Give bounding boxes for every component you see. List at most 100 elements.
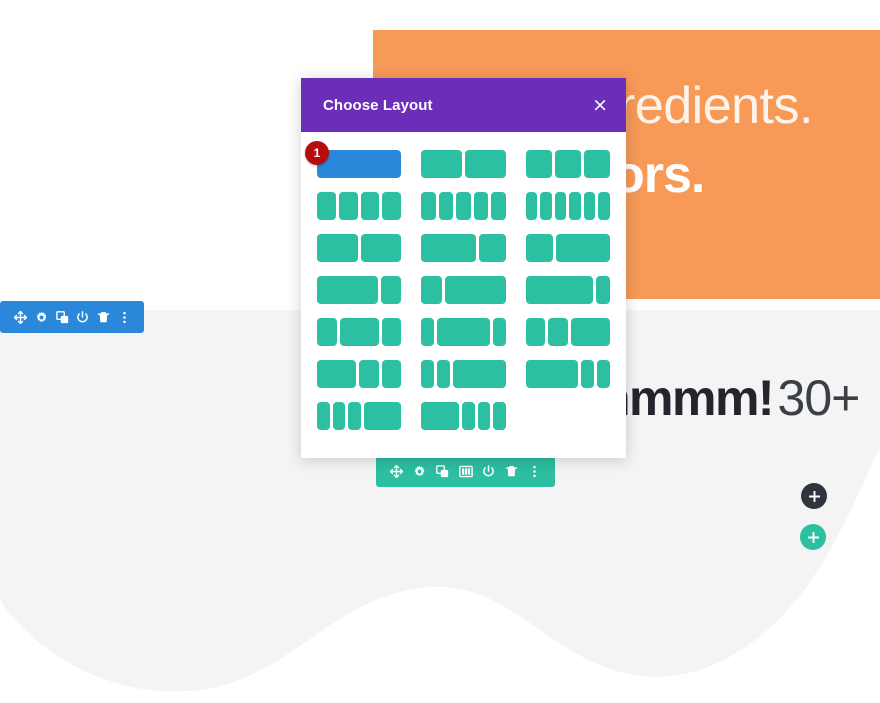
layout-column bbox=[421, 402, 459, 430]
layout-option-two-column-one-third[interactable] bbox=[525, 234, 610, 262]
modal-title: Choose Layout bbox=[323, 96, 433, 114]
layout-column bbox=[462, 402, 475, 430]
layout-column bbox=[554, 150, 581, 178]
layout-column bbox=[332, 402, 346, 430]
gear-icon[interactable] bbox=[408, 455, 431, 487]
layout-option-three-column-small-small-wide[interactable] bbox=[525, 318, 611, 346]
layout-column bbox=[554, 192, 567, 220]
layout-column bbox=[363, 402, 402, 430]
layout-column bbox=[359, 360, 379, 388]
add-row-button[interactable] bbox=[800, 524, 826, 550]
layout-option-two-column-two-thirds[interactable] bbox=[421, 234, 506, 262]
layout-column bbox=[317, 234, 358, 262]
layout-column bbox=[437, 318, 490, 346]
layout-column bbox=[444, 276, 506, 304]
section-headline: hmmm! 30+ bbox=[600, 369, 861, 427]
layout-column bbox=[493, 402, 506, 430]
layout-option-four-column[interactable] bbox=[317, 192, 402, 220]
layout-option-two-column-quarter-wide[interactable] bbox=[421, 276, 506, 304]
duplicate-icon[interactable] bbox=[52, 301, 73, 333]
layout-column bbox=[525, 276, 594, 304]
gear-icon[interactable] bbox=[31, 301, 52, 333]
layout-column bbox=[473, 192, 489, 220]
layout-option-three-column-wide-small-small[interactable] bbox=[317, 360, 402, 388]
more-options-icon[interactable] bbox=[114, 301, 135, 333]
layout-column bbox=[317, 150, 402, 178]
layout-column bbox=[525, 192, 538, 220]
modal-body: 1 bbox=[301, 132, 626, 458]
layout-column bbox=[421, 276, 442, 304]
layout-column bbox=[317, 192, 336, 220]
layout-option-six-column[interactable] bbox=[525, 192, 611, 220]
layout-column bbox=[360, 192, 380, 220]
layout-column bbox=[596, 360, 611, 388]
layout-option-two-column-wide-narrow[interactable] bbox=[525, 276, 610, 304]
layout-column bbox=[525, 318, 546, 346]
section-toolbar[interactable] bbox=[0, 301, 144, 333]
layout-column bbox=[477, 402, 491, 430]
layout-column bbox=[421, 234, 476, 262]
layout-option-two-column-three-quarter[interactable] bbox=[317, 276, 402, 304]
layout-option-five-column[interactable] bbox=[421, 192, 506, 220]
banner-line-1: redients. bbox=[618, 77, 813, 135]
layout-column bbox=[437, 360, 451, 388]
layout-column bbox=[421, 150, 462, 178]
close-icon[interactable]: × bbox=[592, 95, 608, 115]
trash-icon[interactable] bbox=[500, 455, 523, 487]
layout-column bbox=[381, 318, 402, 346]
layout-column bbox=[421, 192, 436, 220]
layout-column bbox=[465, 150, 506, 178]
layout-column bbox=[348, 402, 361, 430]
columns-icon[interactable] bbox=[454, 455, 477, 487]
layout-column bbox=[381, 360, 402, 388]
duplicate-icon[interactable] bbox=[431, 455, 454, 487]
layout-column bbox=[382, 192, 402, 220]
layout-column bbox=[580, 360, 594, 388]
row-toolbar[interactable] bbox=[376, 444, 555, 487]
layout-column bbox=[453, 360, 506, 388]
layout-options-grid: 1 bbox=[305, 141, 611, 430]
layout-column bbox=[317, 276, 378, 304]
layout-option-three-column-small-wide-small[interactable] bbox=[421, 318, 506, 346]
layout-column bbox=[421, 360, 435, 388]
layout-column bbox=[540, 192, 552, 220]
layout-column bbox=[583, 192, 596, 220]
layout-option-four-column-wide-narrow-narrow-narrow[interactable] bbox=[421, 402, 506, 430]
move-icon[interactable] bbox=[385, 455, 408, 487]
layout-column bbox=[491, 192, 506, 220]
layout-option-two-column-half[interactable] bbox=[421, 150, 506, 178]
layout-option-three-column-narrow-wide-narrow[interactable] bbox=[317, 318, 402, 346]
layout-column bbox=[596, 276, 610, 304]
layout-option-four-column-narrow-narrow-narrow-wide[interactable] bbox=[317, 402, 402, 430]
more-options-icon[interactable] bbox=[523, 455, 546, 487]
layout-column bbox=[569, 192, 581, 220]
layout-column bbox=[548, 318, 568, 346]
layout-column bbox=[438, 192, 454, 220]
power-icon[interactable] bbox=[72, 301, 93, 333]
layout-option-three-column-wide-small-small-b[interactable] bbox=[525, 360, 611, 388]
choose-layout-modal: Choose Layout × 1 bbox=[301, 78, 626, 458]
headline-light: 30+ bbox=[777, 370, 861, 426]
layout-option-two-column-half-b[interactable] bbox=[317, 234, 402, 262]
layout-column bbox=[478, 234, 506, 262]
selection-badge: 1 bbox=[305, 141, 329, 165]
layout-column bbox=[421, 318, 435, 346]
layout-column bbox=[339, 318, 379, 346]
layout-option-one-column[interactable]: 1 bbox=[305, 141, 402, 178]
layout-column bbox=[525, 150, 552, 178]
layout-column bbox=[317, 360, 357, 388]
layout-column bbox=[525, 234, 553, 262]
power-icon[interactable] bbox=[477, 455, 500, 487]
layout-option-three-column-small-small-wide-b[interactable] bbox=[421, 360, 506, 388]
add-section-button[interactable] bbox=[801, 483, 827, 509]
layout-column bbox=[317, 402, 330, 430]
layout-column bbox=[360, 234, 402, 262]
trash-icon[interactable] bbox=[93, 301, 114, 333]
layout-column bbox=[492, 318, 506, 346]
layout-column bbox=[338, 192, 358, 220]
layout-column bbox=[583, 150, 610, 178]
move-icon[interactable] bbox=[10, 301, 31, 333]
layout-column bbox=[381, 276, 402, 304]
page-canvas: redients. ors. hmmm! 30+ Choose Layout ×… bbox=[0, 0, 880, 703]
layout-option-three-column-third[interactable] bbox=[525, 150, 610, 178]
